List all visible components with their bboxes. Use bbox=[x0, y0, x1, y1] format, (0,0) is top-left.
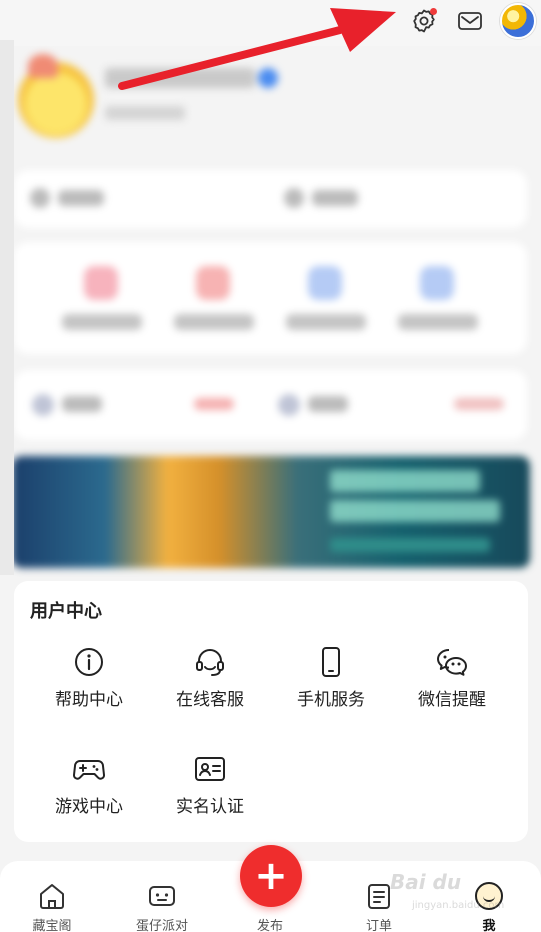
help-center-label: 帮助中心 bbox=[55, 690, 123, 710]
nav-label-treasure: 藏宝阁 bbox=[32, 919, 72, 932]
gamepad-icon bbox=[73, 760, 105, 780]
profile-name-placeholder bbox=[105, 68, 255, 88]
profile-subtitle-placeholder bbox=[105, 106, 185, 120]
blurred-card-wallet bbox=[14, 170, 527, 228]
headset-icon bbox=[196, 649, 224, 676]
id-card-icon bbox=[195, 757, 225, 781]
banner-text-line bbox=[330, 538, 490, 552]
real-name-verification-label: 实名认证 bbox=[176, 797, 244, 817]
baidu-watermark: Bai du bbox=[390, 870, 462, 894]
nav-label-me: 我 bbox=[482, 919, 496, 932]
wechat-icon bbox=[437, 649, 467, 676]
info-icon bbox=[75, 648, 103, 676]
publish-plus-button[interactable]: + bbox=[240, 845, 302, 907]
banner-text-line bbox=[330, 500, 500, 522]
verified-badge-icon bbox=[258, 68, 278, 88]
home-icon bbox=[40, 884, 64, 909]
blurred-content bbox=[0, 0, 541, 575]
blurred-card-orders bbox=[14, 242, 527, 354]
online-service-label: 在线客服 bbox=[176, 690, 244, 710]
user-center-title: 用户中心 bbox=[30, 601, 102, 622]
game-center-button[interactable]: 游戏中心 bbox=[29, 742, 149, 832]
help-center-button[interactable]: 帮助中心 bbox=[29, 635, 149, 725]
nav-item-treasure[interactable]: 藏宝阁 bbox=[7, 861, 97, 932]
online-service-button[interactable]: 在线客服 bbox=[150, 635, 270, 725]
phone-service-button[interactable]: 手机服务 bbox=[271, 635, 391, 725]
phone-icon bbox=[322, 647, 340, 677]
blurred-card-stats bbox=[14, 370, 527, 440]
nav-label-eggy-party: 蛋仔派对 bbox=[135, 919, 188, 932]
banner-text-line bbox=[330, 470, 480, 492]
wechat-reminder-button[interactable]: 微信提醒 bbox=[392, 635, 512, 725]
blur-edge bbox=[0, 40, 14, 575]
game-face-icon bbox=[149, 886, 175, 906]
real-name-verification-button[interactable]: 实名认证 bbox=[150, 742, 270, 832]
profile-avatar bbox=[18, 54, 94, 138]
user-center-panel: 用户中心 帮助中心 在线客服 手机服务 微信提醒 游戏中心 实名认证 bbox=[14, 581, 528, 842]
plus-icon: + bbox=[254, 853, 288, 899]
game-center-label: 游戏中心 bbox=[55, 797, 123, 817]
nav-item-eggy-party[interactable]: 蛋仔派对 bbox=[117, 861, 207, 932]
nav-label-publish: 发布 bbox=[256, 919, 283, 932]
wechat-reminder-label: 微信提醒 bbox=[418, 690, 486, 710]
baidu-watermark-url: jingyan.baidu.com bbox=[412, 900, 505, 911]
phone-service-label: 手机服务 bbox=[297, 690, 365, 710]
nav-label-orders: 订单 bbox=[365, 919, 392, 932]
